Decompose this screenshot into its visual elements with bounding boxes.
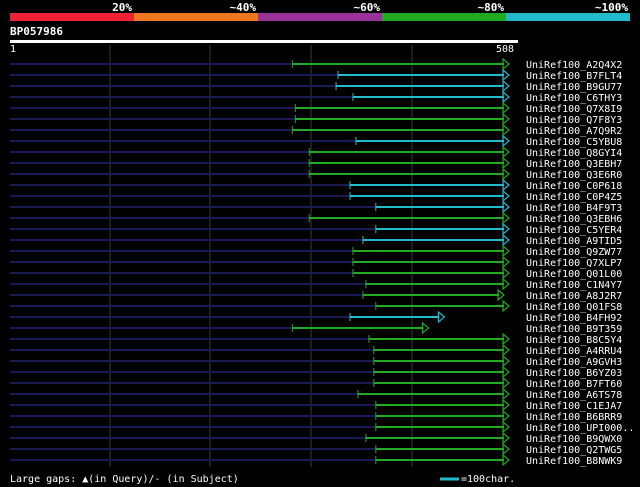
hit-label[interactable]: UniRef100_Q01L00: [526, 269, 622, 280]
hit-label[interactable]: UniRef100_C6THY3: [526, 93, 622, 104]
legend-segment: [506, 13, 630, 21]
scale-legend-label: =100char.: [461, 474, 515, 485]
query-id: BP057986: [10, 25, 63, 38]
hit-label[interactable]: UniRef100_B9QWX0: [526, 434, 622, 445]
hit-label[interactable]: UniRef100_A8J2R7: [526, 291, 622, 302]
hit-label[interactable]: UniRef100_B8C5Y4: [526, 335, 622, 346]
legend-segment: [134, 13, 258, 21]
hit-label[interactable]: UniRef100_Q8GYI4: [526, 148, 622, 159]
legend-segment: [258, 13, 382, 21]
hit-label[interactable]: UniRef100_B4F9T3: [526, 203, 622, 214]
blast-hit-chart: 20% ~40% ~60% ~80% ~100% BP057986 1 508 UniR…: [0, 0, 640, 487]
scale-start-label: 1: [10, 44, 16, 55]
hit-label[interactable]: UniRef100_Q3EBH7: [526, 159, 622, 170]
legend-segment: [10, 13, 134, 21]
hit-label[interactable]: UniRef100_Q3EBH6: [526, 214, 622, 225]
legend-segment: [382, 13, 506, 21]
scale-end-label: 508: [496, 44, 514, 55]
legend-label: ~60%: [354, 1, 381, 14]
hit-label[interactable]: UniRef100_B7FT60: [526, 379, 622, 390]
hit-label[interactable]: UniRef100_B6BRR9: [526, 412, 622, 423]
hit-label[interactable]: UniRef100_A6TS78: [526, 390, 622, 401]
hit-label[interactable]: UniRef100_A7Q9R2: [526, 126, 622, 137]
hit-label[interactable]: UniRef100_Q7X8I9: [526, 104, 622, 115]
hit-label[interactable]: UniRef100_B7FLT4: [526, 71, 622, 82]
hit-label[interactable]: UniRef100_Q2TWG5: [526, 445, 622, 456]
hit-label[interactable]: UniRef100_Q01FS8: [526, 302, 622, 313]
hit-label[interactable]: UniRef100_C1EJA7: [526, 401, 622, 412]
legend-label: ~80%: [478, 1, 505, 14]
hit-label[interactable]: UniRef100_A9TID5: [526, 236, 622, 247]
hit-label[interactable]: UniRef100_A4RRU4: [526, 346, 622, 357]
hit-label[interactable]: UniRef100_C5YER4: [526, 225, 622, 236]
hit-label[interactable]: UniRef100_C1N4Y7: [526, 280, 622, 291]
hit-label[interactable]: UniRef100_A2Q4X2: [526, 60, 622, 71]
legend-label: 20%: [112, 1, 132, 14]
hit-label[interactable]: UniRef100_UPI000..: [526, 423, 634, 434]
hit-label[interactable]: UniRef100_Q7XLP7: [526, 258, 622, 269]
legend-label: ~100%: [595, 1, 628, 14]
hit-label[interactable]: UniRef100_C5YBU8: [526, 137, 622, 148]
hit-label[interactable]: UniRef100_B8NWK9: [526, 456, 622, 467]
legend-label: ~40%: [230, 1, 257, 14]
gaps-legend: Large gaps: ▲(in Query)/- (in Subject): [10, 474, 239, 485]
hit-label[interactable]: UniRef100_B6YZ03: [526, 368, 622, 379]
hit-label[interactable]: UniRef100_C0P4Z5: [526, 192, 622, 203]
hit-label[interactable]: UniRef100_A9GVH3: [526, 357, 622, 368]
hit-label[interactable]: UniRef100_B4FH92: [526, 313, 622, 324]
hit-label[interactable]: UniRef100_B9GU77: [526, 82, 622, 93]
hit-label[interactable]: UniRef100_Q3E6R0: [526, 170, 622, 181]
hit-label[interactable]: UniRef100_C0P618: [526, 181, 622, 192]
hit-label[interactable]: UniRef100_Q9ZW77: [526, 247, 622, 258]
hit-label[interactable]: UniRef100_Q7F8Y3: [526, 115, 622, 126]
hit-label[interactable]: UniRef100_B9T359: [526, 324, 622, 335]
query-bar: [10, 40, 518, 43]
